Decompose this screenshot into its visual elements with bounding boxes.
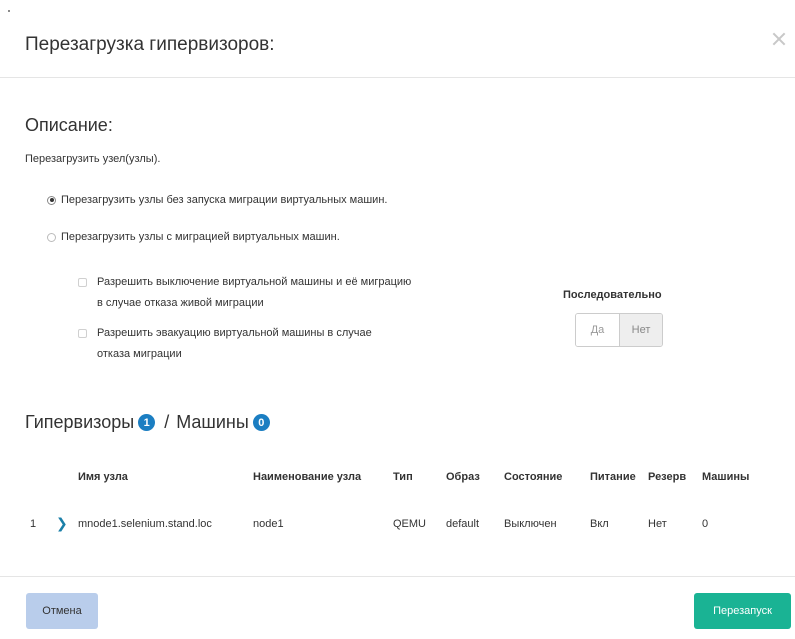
- sequential-yes-button[interactable]: Да: [576, 314, 619, 346]
- column-header-node-title: Наименование узла: [253, 470, 362, 483]
- checkbox-allow-evacuation[interactable]: Разрешить эвакуацию виртуальной машины в…: [78, 323, 397, 365]
- decorative-dot: [8, 10, 10, 12]
- hypervisors-count-badge: 1: [138, 414, 156, 431]
- cell-machines: 0: [702, 517, 709, 530]
- restart-button[interactable]: Перезапуск: [694, 593, 791, 629]
- cancel-button[interactable]: Отмена: [26, 593, 98, 629]
- column-header-expand: [51, 452, 73, 502]
- column-header-reserve: Резерв: [648, 470, 687, 483]
- column-header-power: Питание: [590, 470, 636, 483]
- modal-footer: [0, 576, 795, 639]
- radio-option-no-migration[interactable]: Перезагрузить узлы без запуска миграции …: [47, 194, 387, 206]
- modal-title: Перезагрузка гипервизоров:: [25, 34, 275, 55]
- sequential-toggle[interactable]: Да Нет: [575, 313, 663, 347]
- checkbox-label-allow-shutdown: Разрешить выключение виртуальной машины …: [97, 276, 412, 309]
- modal-header: Перезагрузка гипервизоров:: [0, 0, 795, 78]
- cell-image: default: [446, 517, 480, 530]
- cell-node-name: mnode1.selenium.stand.loc: [78, 517, 212, 530]
- radio-button[interactable]: [47, 232, 56, 242]
- checkbox[interactable]: [78, 329, 87, 338]
- column-header-type: Тип: [393, 470, 413, 483]
- cell-reserve: Нет: [648, 517, 667, 530]
- machines-count-badge: 0: [252, 414, 270, 431]
- expand-cell[interactable]: ❯: [51, 502, 73, 545]
- cell-node-title: node1: [253, 517, 284, 530]
- cell-type: QEMU: [393, 517, 426, 530]
- machines-heading-label: Машины: [176, 412, 249, 432]
- radio-label-no-migration: Перезагрузить узлы без запуска миграции …: [61, 194, 388, 206]
- column-header-state: Состояние: [504, 470, 563, 483]
- column-header-index: [25, 452, 51, 502]
- table-header-row: Имя узла Наименование узла Тип Образ Сос…: [25, 452, 761, 502]
- sequential-label: Последовательно: [563, 289, 662, 301]
- cell-power: Вкл: [590, 517, 609, 530]
- heading-separator: /: [164, 412, 170, 432]
- close-icon[interactable]: [770, 30, 788, 48]
- radio-option-with-migration[interactable]: Перезагрузить узлы с миграцией виртуальн…: [47, 231, 340, 243]
- chevron-right-icon[interactable]: ❯: [56, 515, 68, 531]
- cell-state: Выключен: [504, 517, 557, 530]
- radio-label-with-migration: Перезагрузить узлы с миграцией виртуальн…: [61, 231, 340, 243]
- description-heading: Описание:: [25, 115, 113, 135]
- row-index: 1: [30, 517, 37, 530]
- table-row: 1 ❯ mnode1.selenium.stand.loc node1 QEMU…: [25, 502, 761, 545]
- hypervisors-table: Имя узла Наименование узла Тип Образ Сос…: [25, 452, 761, 545]
- hypervisors-heading-label: Гипервизоры: [25, 412, 135, 432]
- sequential-no-button[interactable]: Нет: [619, 314, 662, 346]
- column-header-machines: Машины: [702, 470, 750, 483]
- column-header-image: Образ: [446, 470, 480, 483]
- checkbox-allow-shutdown[interactable]: Разрешить выключение виртуальной машины …: [78, 272, 417, 314]
- column-header-node-name: Имя узла: [78, 470, 128, 483]
- description-text: Перезагрузить узел(узлы).: [25, 153, 161, 165]
- radio-button-checked[interactable]: [47, 195, 56, 205]
- hypervisors-heading: Гипервизоры 1 / Машины 0: [25, 412, 276, 433]
- checkbox-label-allow-evacuation: Разрешить эвакуацию виртуальной машины в…: [97, 327, 372, 360]
- checkbox[interactable]: [78, 278, 87, 287]
